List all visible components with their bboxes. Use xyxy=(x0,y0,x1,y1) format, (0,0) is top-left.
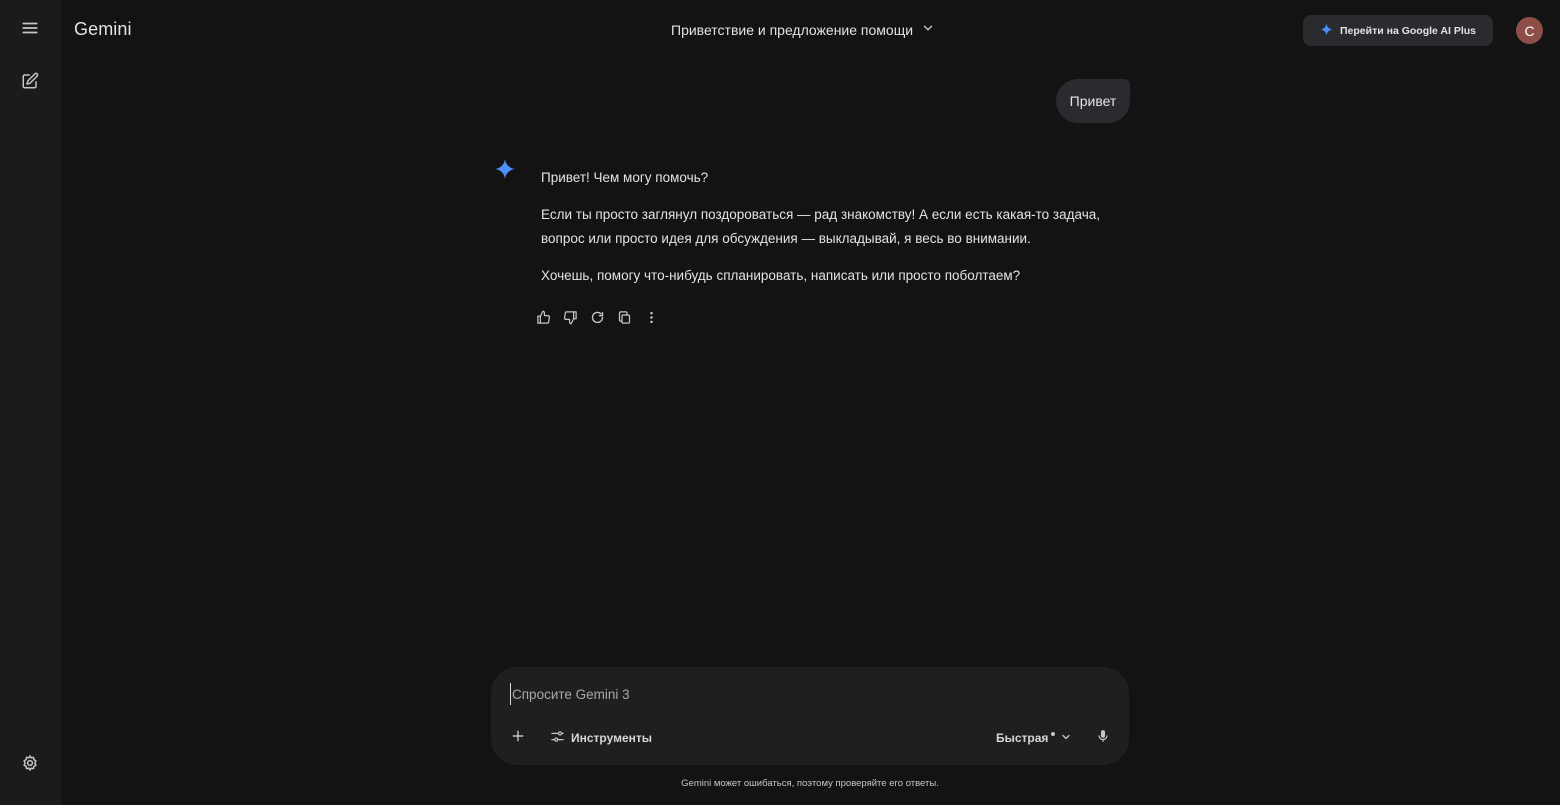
sidebar-rail xyxy=(0,0,61,805)
tune-icon xyxy=(550,729,565,747)
good-response-button[interactable] xyxy=(533,310,553,330)
response-paragraph: Хочешь, помогу что-нибудь спланировать, … xyxy=(541,268,1021,283)
more-options-button[interactable] xyxy=(641,310,661,330)
plus-icon xyxy=(511,729,525,748)
response-paragraph: Если ты просто заглянул поздороваться — … xyxy=(541,207,1101,246)
user-message-bubble: Привет xyxy=(1056,79,1130,123)
mode-label: Быстрая xyxy=(996,731,1049,745)
chevron-down-icon xyxy=(1058,731,1072,746)
gemini-sparkle-icon xyxy=(494,158,516,180)
new-chat-button[interactable] xyxy=(13,66,47,100)
main-menu-button[interactable] xyxy=(13,13,47,47)
chat-title-label: Приветствие и предложение помощи xyxy=(671,21,914,38)
copy-button[interactable] xyxy=(614,310,634,330)
user-message-text: Привет xyxy=(1069,93,1117,109)
chevron-down-icon xyxy=(921,21,935,38)
app-root: Gemini Приветствие и предложение помощи … xyxy=(0,0,1560,805)
prompt-composer: Инструменты Быстрая xyxy=(491,667,1129,765)
tools-label: Инструменты xyxy=(571,731,653,745)
prompt-input[interactable] xyxy=(510,683,1070,705)
chat-title-dropdown[interactable]: Приветствие и предложение помощи xyxy=(671,21,935,38)
bad-response-button[interactable] xyxy=(560,310,580,330)
upgrade-plan-button[interactable]: Перейти на Google AI Plus xyxy=(1303,15,1493,46)
voice-input-button[interactable] xyxy=(1091,726,1115,750)
add-attachment-button[interactable] xyxy=(507,727,529,749)
model-response: Привет! Чем могу помочь? Если ты просто … xyxy=(541,166,1131,288)
regenerate-icon xyxy=(590,310,605,330)
settings-button[interactable] xyxy=(13,748,47,782)
response-paragraph: Привет! Чем могу помочь? xyxy=(541,170,709,185)
tools-button[interactable]: Инструменты xyxy=(550,728,652,748)
thumbs-up-icon xyxy=(536,310,551,330)
mic-icon xyxy=(1096,729,1110,748)
more-vert-icon xyxy=(644,310,659,330)
new-chat-icon xyxy=(21,72,39,95)
thumbs-down-icon xyxy=(563,310,578,330)
model-mode-selector[interactable]: Быстрая xyxy=(996,728,1072,748)
upgrade-label: Перейти на Google AI Plus xyxy=(1340,24,1476,37)
brand-title[interactable]: Gemini xyxy=(74,19,132,40)
response-actions xyxy=(533,310,661,330)
regenerate-button[interactable] xyxy=(587,310,607,330)
disclaimer-text: Gemini может ошибаться, поэтому проверяй… xyxy=(681,778,939,789)
mode-indicator-dot xyxy=(1051,732,1056,736)
menu-icon xyxy=(21,19,39,42)
account-avatar[interactable]: C xyxy=(1516,17,1543,44)
settings-icon xyxy=(21,754,39,777)
copy-icon xyxy=(617,310,632,330)
sparkle-icon xyxy=(1320,23,1333,39)
